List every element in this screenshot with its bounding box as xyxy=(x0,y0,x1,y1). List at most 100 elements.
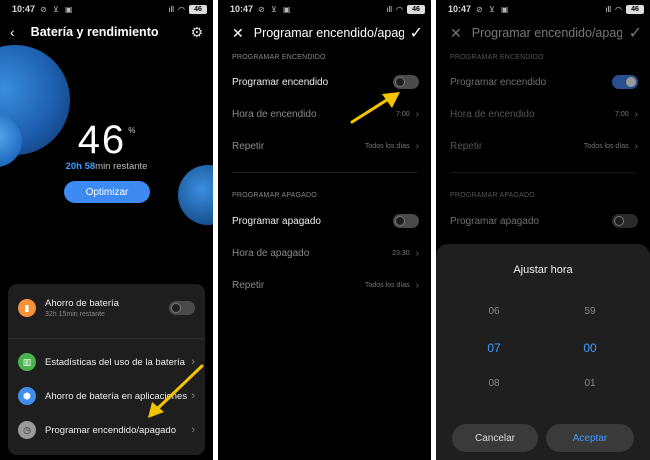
signal-icon: ıll xyxy=(168,4,175,14)
wifi-icon: ◠ xyxy=(396,4,403,14)
header: ‹ Batería y rendimiento ⚙ xyxy=(0,20,213,44)
battery-saver-sub: 32h 15min restante xyxy=(45,311,105,318)
status-time: 10:47 xyxy=(448,4,472,14)
dialog-title: Ajustar hora xyxy=(513,264,573,276)
remaining-suffix: min restante xyxy=(95,161,148,172)
gear-icon[interactable]: ⚙ xyxy=(190,24,203,41)
page-title: Programar encendido/apagado xyxy=(471,26,622,40)
set-time-dialog: Ajustar hora 06 07 08 59 00 01 Cancelar … xyxy=(436,244,650,460)
status-bar: 10:47 ⊘ ⊻ ▣ ıll ◠ 46 xyxy=(436,0,650,18)
battery-saver-toggle[interactable] xyxy=(169,301,195,315)
hour-option[interactable]: 06 xyxy=(474,306,514,317)
power-off-time-value: 23:30 xyxy=(392,249,410,257)
status-bar: 10:47 ⊘ ⊻ ▣ ıll ◠ 46 xyxy=(218,0,431,18)
battery-options-card: ▥ Estadísticas del uso de la batería › ⬢… xyxy=(8,338,205,455)
list-item-label: Ahorro de batería en aplicaciones xyxy=(45,390,188,402)
minute-option[interactable]: 01 xyxy=(570,378,610,389)
hour-selected[interactable]: 07 xyxy=(474,341,514,355)
status-time: 10:47 xyxy=(12,4,36,14)
power-on-time-label: Hora de encendido xyxy=(232,108,317,120)
close-icon[interactable]: ✕ xyxy=(232,25,244,42)
power-on-repeat-row[interactable]: Repetir Todos los días › xyxy=(218,136,431,156)
back-arrow-icon[interactable]: ‹ xyxy=(10,24,15,40)
list-item-app-battery-saver[interactable]: ⬢ Ahorro de batería en aplicaciones › xyxy=(8,387,205,405)
check-icon[interactable]: ✓ xyxy=(629,23,642,43)
schedule-on-label: Programar encendido xyxy=(232,76,329,88)
power-off-repeat-label: Repetir xyxy=(232,279,265,291)
schedule-off-row[interactable]: Programar apagado xyxy=(218,211,431,231)
schedule-off-toggle[interactable] xyxy=(612,214,638,228)
section-header-power-on: PROGRAMAR ENCENDIDO xyxy=(450,54,544,61)
cancel-button[interactable]: Cancelar xyxy=(452,424,538,452)
power-off-repeat-row[interactable]: Repetir Todos los días › xyxy=(218,275,431,295)
schedule-off-row[interactable]: Programar apagado xyxy=(436,211,650,231)
schedule-on-toggle[interactable] xyxy=(612,75,638,89)
battery-saver-card: ▮ Ahorro de batería 32h 15min restante xyxy=(8,284,205,338)
status-bar: 10:47 ⊘ ⊻ ▣ ıll ◠ 46 xyxy=(0,0,213,18)
power-off-repeat-value: Todos los días xyxy=(364,281,410,289)
power-on-time-label: Hora de encendido xyxy=(450,108,535,120)
percent-symbol: % xyxy=(128,126,136,135)
chevron-right-icon: › xyxy=(191,390,195,402)
list-item-label: Estadísticas del uso de la batería xyxy=(45,356,185,368)
remaining-minutes: 58 xyxy=(84,161,96,172)
minute-selected[interactable]: 00 xyxy=(570,341,610,355)
schedule-off-label: Programar apagado xyxy=(450,215,539,227)
battery-saver-icon: ▮ xyxy=(18,299,36,317)
schedule-on-toggle[interactable] xyxy=(393,75,419,89)
section-header-power-on: PROGRAMAR ENCENDIDO xyxy=(232,54,326,61)
schedule-off-toggle[interactable] xyxy=(393,214,419,228)
battery-percent-value: 46 xyxy=(77,118,127,162)
battery-percentage: 46% xyxy=(0,118,213,163)
battery-icon: 46 xyxy=(407,4,425,14)
set-time-screen: 10:47 ⊘ ⊻ ▣ ıll ◠ 46 ✕ Programar encendi… xyxy=(436,0,650,460)
wifi-icon: ◠ xyxy=(615,4,622,14)
power-on-repeat-value: Todos los días xyxy=(364,142,410,150)
schedule-on-row[interactable]: Programar encendido xyxy=(436,72,650,92)
decorative-blob xyxy=(178,165,213,225)
list-item-schedule-power[interactable]: ◷ Programar encendido/apagado › xyxy=(8,421,205,439)
bar-chart-icon: ▥ xyxy=(18,353,36,371)
battery-saver-row[interactable]: ▮ Ahorro de batería 32h 15min restante xyxy=(8,298,205,318)
section-header-power-off: PROGRAMAR APAGADO xyxy=(232,192,317,199)
close-icon[interactable]: ✕ xyxy=(450,25,462,42)
divider xyxy=(232,172,417,173)
chevron-right-icon: › xyxy=(415,108,419,120)
check-icon[interactable]: ✓ xyxy=(410,23,423,43)
remaining-hours: 20h xyxy=(65,161,82,172)
list-item-battery-stats[interactable]: ▥ Estadísticas del uso de la batería › xyxy=(8,353,205,371)
schedule-on-label: Programar encendido xyxy=(450,76,547,88)
power-on-time-row[interactable]: Hora de encendido 7:00 › xyxy=(436,104,650,124)
minute-option[interactable]: 59 xyxy=(570,306,610,317)
battery-icon: 46 xyxy=(626,4,644,14)
chevron-right-icon: › xyxy=(191,424,195,436)
list-item-label: Programar encendido/apagado xyxy=(45,424,176,436)
app-battery-icon: ⬢ xyxy=(18,387,36,405)
divider xyxy=(450,172,636,173)
optimize-button[interactable]: Optimizar xyxy=(64,181,150,203)
hour-option[interactable]: 08 xyxy=(474,378,514,389)
power-on-repeat-row[interactable]: Repetir Todos los días › xyxy=(436,136,650,156)
section-header-power-off: PROGRAMAR APAGADO xyxy=(450,192,535,199)
page-title: Programar encendido/apagado xyxy=(253,26,404,40)
header: ✕ Programar encendido/apagado ✓ xyxy=(218,22,431,44)
power-on-repeat-value: Todos los días xyxy=(583,142,629,150)
signal-icon: ıll xyxy=(605,4,612,14)
signal-icon: ıll xyxy=(386,4,393,14)
status-time: 10:47 xyxy=(230,4,254,14)
notification-icons: ⊘ ⊻ ▣ xyxy=(40,4,75,14)
chevron-right-icon: › xyxy=(634,108,638,120)
battery-icon: 46 xyxy=(189,4,207,14)
notification-icons: ⊘ ⊻ ▣ xyxy=(258,4,293,14)
power-off-time-row[interactable]: Hora de apagado 23:30 › xyxy=(218,243,431,263)
chevron-right-icon: › xyxy=(634,140,638,152)
power-on-repeat-label: Repetir xyxy=(232,140,265,152)
schedule-on-row[interactable]: Programar encendido xyxy=(218,72,431,92)
chevron-right-icon: › xyxy=(415,247,419,259)
battery-screen: 10:47 ⊘ ⊻ ▣ ıll ◠ 46 ‹ Batería y rendimi… xyxy=(0,0,213,460)
accept-button[interactable]: Aceptar xyxy=(546,424,634,452)
schedule-screen: 10:47 ⊘ ⊻ ▣ ıll ◠ 46 ✕ Programar encendi… xyxy=(218,0,431,460)
page-title: Batería y rendimiento xyxy=(30,25,159,39)
chevron-right-icon: › xyxy=(191,356,195,368)
power-on-time-row[interactable]: Hora de encendido 7:00 › xyxy=(218,104,431,124)
